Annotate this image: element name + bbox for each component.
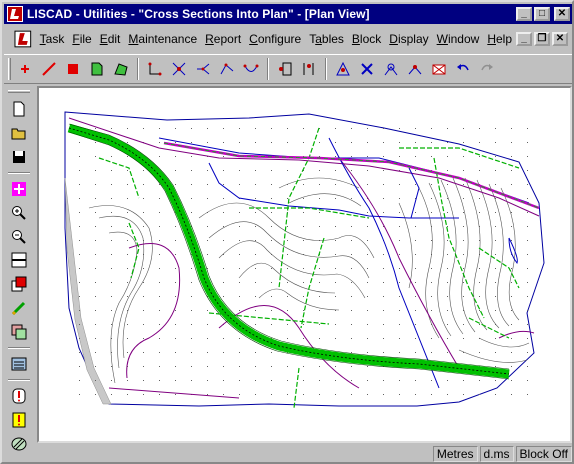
window-title: LISCAD - Utilities - "Cross Sections Int… [27, 7, 370, 21]
close-button[interactable]: ✕ [554, 7, 570, 21]
menu-item[interactable]: Block [348, 32, 385, 46]
toolbar-grip[interactable] [8, 90, 30, 93]
toolbar-separator [267, 58, 269, 80]
mdi-minimize-button[interactable]: _ [516, 32, 532, 46]
menu-item[interactable]: Help [483, 32, 516, 46]
menu-item[interactable]: Window [433, 32, 484, 46]
drainage-lines [158, 137, 530, 389]
insert-vertex-icon[interactable] [297, 57, 321, 81]
calculator-icon[interactable] [7, 352, 31, 376]
restore-icon: ❐ [537, 33, 547, 44]
toolbar-separator [325, 58, 327, 80]
zoom-in-icon[interactable] [7, 201, 31, 225]
pencil-icon[interactable] [7, 296, 31, 320]
move-point-icon[interactable] [379, 57, 403, 81]
copy-icon[interactable] [7, 320, 31, 344]
menu-item[interactable]: Task [36, 32, 69, 46]
save-icon[interactable] [7, 145, 31, 169]
new-file-icon[interactable] [7, 97, 31, 121]
delete-point-icon[interactable] [355, 57, 379, 81]
edit-node-icon[interactable] [403, 57, 427, 81]
mdi-restore-button[interactable]: ❐ [534, 32, 550, 46]
insert-point-icon[interactable] [273, 57, 297, 81]
minimize-icon: _ [521, 8, 527, 19]
open-folder-icon[interactable] [7, 121, 31, 145]
mdi-close-button[interactable]: ✕ [552, 32, 568, 46]
document-logo-icon [14, 30, 32, 48]
polygon-icon[interactable] [109, 57, 133, 81]
menu-item[interactable]: Tables [305, 32, 348, 46]
layer-icon[interactable] [7, 272, 31, 296]
toolbar-separator [8, 379, 30, 382]
menu-item[interactable]: File [68, 32, 95, 46]
document-green-icon[interactable] [85, 57, 109, 81]
zoom-window-icon[interactable] [7, 249, 31, 273]
units-indicator[interactable]: Metres [432, 446, 478, 462]
liscad-logo-icon [7, 6, 23, 22]
rectangle-select-icon[interactable] [143, 57, 167, 81]
square-icon[interactable] [61, 57, 85, 81]
redo-icon[interactable] [475, 57, 499, 81]
polyline-icon[interactable] [215, 57, 239, 81]
toolbar-separator [8, 347, 30, 350]
menu-item[interactable]: Configure [245, 32, 305, 46]
minimize-button[interactable]: _ [516, 7, 532, 21]
title-bar[interactable]: LISCAD - Utilities - "Cross Sections Int… [4, 4, 572, 24]
toolbar-separator [8, 171, 30, 174]
block-indicator[interactable]: Block Off [515, 446, 572, 462]
application-window: LISCAD - Utilities - "Cross Sections Int… [0, 0, 574, 464]
pan-icon[interactable] [7, 177, 31, 201]
left-toolbar [4, 86, 34, 456]
angle-format-indicator[interactable]: d.ms [479, 446, 514, 462]
zoom-out-icon[interactable] [7, 225, 31, 249]
close-icon: ✕ [557, 8, 567, 19]
arc-icon[interactable] [239, 57, 263, 81]
warning-yellow-icon[interactable] [7, 408, 31, 432]
maximize-button[interactable]: □ [534, 7, 550, 21]
menu-bar: Task File Edit Maintenance Report Configure Ta… [4, 27, 572, 51]
menu-items: Task File Edit Maintenance Report Configure Ta… [36, 32, 516, 46]
line-icon[interactable] [37, 57, 61, 81]
close-envelope-icon[interactable] [427, 57, 451, 81]
intersect-icon[interactable] [167, 57, 191, 81]
plan-view-canvas[interactable] [37, 86, 572, 443]
maximize-icon: □ [538, 8, 546, 19]
toolbar-grip[interactable] [8, 58, 11, 80]
menu-item[interactable]: Report [201, 32, 245, 46]
toolbar-separator [137, 58, 139, 80]
rock-strip [64, 177, 112, 405]
mdi-controls: _ ❐ ✕ [516, 32, 570, 46]
minimize-icon: _ [521, 33, 527, 44]
warning-red-icon[interactable] [7, 384, 31, 408]
main-toolbar [4, 54, 572, 84]
plan-drawing [64, 111, 545, 409]
menu-item[interactable]: Display [385, 32, 432, 46]
survey-icon[interactable] [331, 57, 355, 81]
menu-item[interactable]: Edit [96, 32, 125, 46]
status-bar: Metres d.ms Block Off [4, 445, 572, 463]
menu-item[interactable]: Maintenance [124, 32, 201, 46]
close-icon: ✕ [555, 33, 565, 44]
branch-icon[interactable] [191, 57, 215, 81]
undo-icon[interactable] [451, 57, 475, 81]
point-icon[interactable] [13, 57, 37, 81]
